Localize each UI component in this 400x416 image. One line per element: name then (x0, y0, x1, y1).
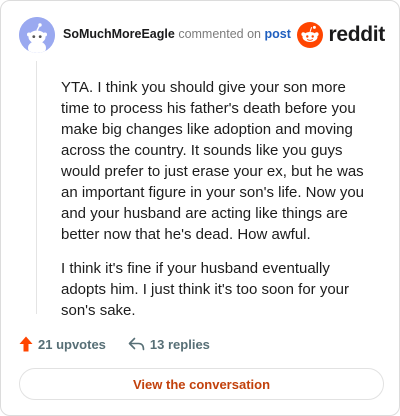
replies-count[interactable]: 13 replies (128, 337, 210, 352)
comment-body: YTA. I think you should give your son mo… (61, 77, 373, 334)
comment-actions: 21 upvotes 13 replies (19, 333, 210, 355)
logo-text: reddit (328, 23, 385, 46)
reddit-logo[interactable]: reddit (297, 20, 385, 50)
comment-paragraph: I think it's fine if your husband eventu… (61, 260, 350, 319)
upvotes-label: 21 upvotes (38, 336, 106, 352)
reddit-alien-icon (297, 22, 324, 48)
reply-arrow-icon (128, 337, 145, 351)
comment-embed-card: SoMuchMoreEagle commented on post reddit… (0, 0, 400, 416)
comment-paragraph: YTA. I think you should give your son mo… (61, 79, 365, 243)
thread-line (36, 61, 37, 314)
replies-label: 13 replies (149, 336, 210, 352)
upvotes-count[interactable]: 21 upvotes (19, 336, 106, 352)
post-link[interactable]: post (264, 27, 290, 41)
username[interactable]: SoMuchMoreEagle (63, 27, 175, 41)
view-conversation-button[interactable]: View the conversation (19, 368, 384, 400)
upvote-arrow-icon (19, 336, 33, 352)
comment-meta: SoMuchMoreEagle commented on post (63, 27, 291, 41)
comment-header: SoMuchMoreEagle commented on post reddit (19, 17, 385, 53)
action-text: commented on (178, 27, 261, 41)
snoo-avatar-icon[interactable] (19, 17, 55, 53)
